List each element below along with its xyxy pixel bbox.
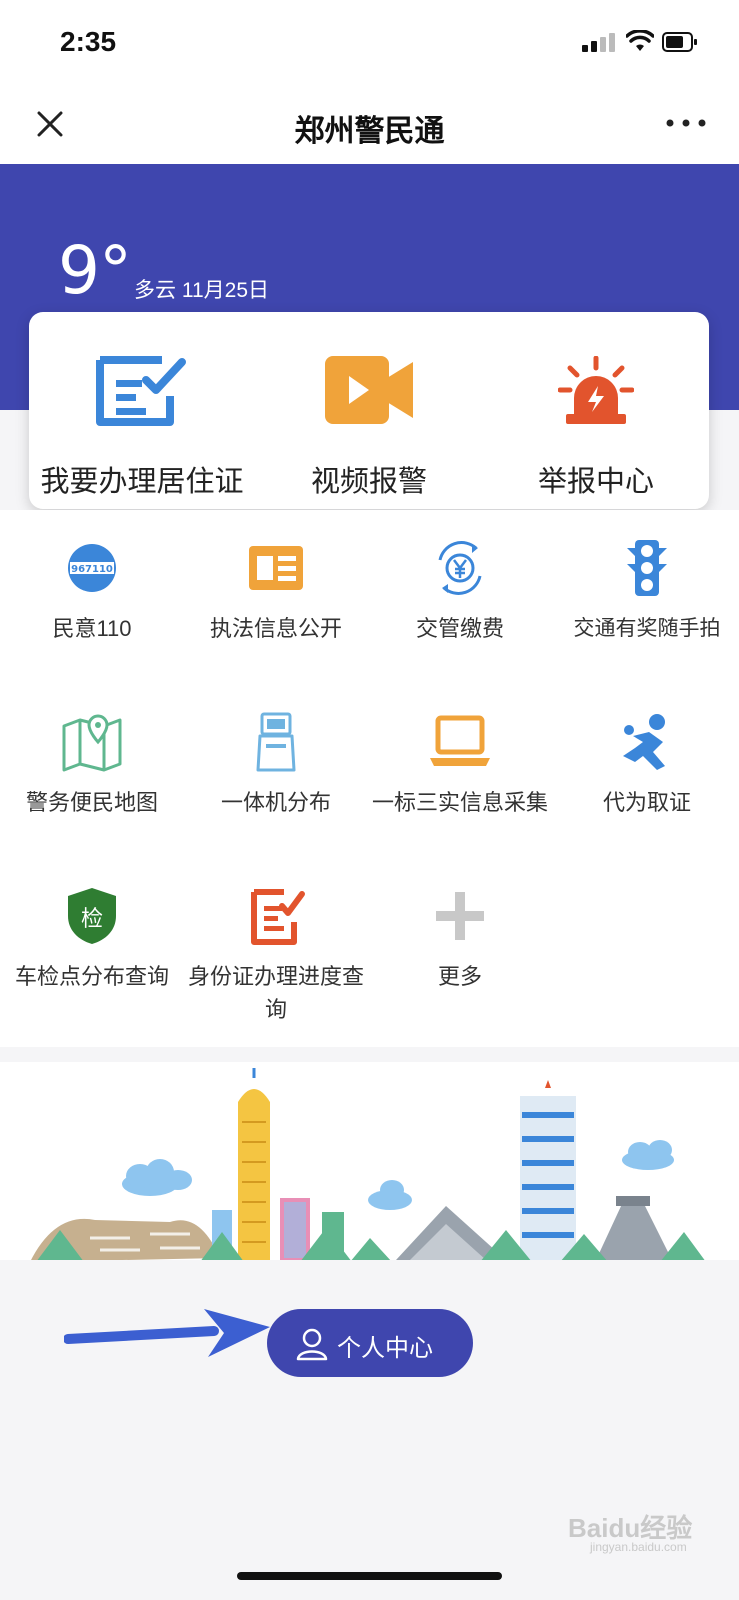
status-time: 2:35 — [60, 26, 117, 57]
city-skyline-illustration — [0, 1062, 739, 1288]
skyline-image — [0, 1068, 739, 1288]
967110-badge-icon: 967110 — [68, 544, 116, 592]
more-options-icon[interactable] — [662, 108, 710, 138]
page-title: 郑州警民通 — [294, 115, 445, 148]
grid-item-label: 一体机分布 — [220, 790, 331, 815]
siren-icon — [558, 356, 634, 424]
plus-icon — [436, 892, 484, 940]
grid-item-label: 更多 — [437, 964, 482, 989]
report-center-label: 举报中心 — [537, 466, 654, 498]
residence-permit-button[interactable]: 我要办理居住证 — [29, 312, 255, 509]
video-alarm-label: 视频报警 — [310, 466, 427, 498]
runner-icon — [623, 714, 665, 770]
grid-item-label: 警务便民地图 — [25, 790, 158, 815]
battery-icon — [662, 32, 697, 52]
id-card-icon — [249, 546, 303, 590]
shield-check-icon: 检 — [68, 888, 116, 944]
weather-description: 多云 11月25日 — [134, 279, 269, 302]
watermark-url: jingyan.baidu.com — [590, 1540, 687, 1554]
video-alarm-icon — [325, 356, 413, 424]
map-pin-icon — [62, 714, 122, 772]
svg-text:967110: 967110 — [71, 564, 113, 575]
yuan-refresh-icon — [438, 541, 482, 595]
kiosk-icon — [256, 712, 296, 772]
grid-item-label: 一标三实信息采集 — [371, 790, 548, 815]
grid-item-label: 执法信息公开 — [209, 616, 342, 641]
grid-item-label: 车检点分布查询 — [14, 964, 169, 989]
weather-temperature: 9° — [58, 232, 132, 309]
wifi-icon — [626, 30, 654, 51]
residence-permit-label: 我要办理居住证 — [40, 466, 244, 498]
video-alarm-button[interactable]: 视频报警 — [256, 312, 482, 509]
grid-item-label: 交通有奖随手拍 — [573, 617, 721, 640]
grid-item-label: 民意110 — [52, 616, 132, 641]
grid-item-label: 代为取证 — [602, 790, 691, 815]
primary-actions-card: 我要办理居住证 视频报警 举报中心 — [29, 312, 709, 509]
personal-center-label: 个人中心 — [337, 1335, 433, 1362]
grid-item-label: 身份证办理进度查询 — [187, 964, 364, 1022]
residence-permit-icon — [96, 356, 186, 426]
traffic-light-icon — [627, 540, 667, 596]
user-icon — [296, 1328, 328, 1361]
form-edit-icon — [251, 889, 305, 945]
pointer-arrow-icon — [64, 1309, 270, 1357]
cellular-signal-icon — [582, 33, 615, 52]
personal-center-button[interactable]: 个人中心 — [267, 1309, 473, 1377]
grid-item-label: 交管缴费 — [415, 616, 504, 641]
home-indicator[interactable] — [237, 1572, 502, 1580]
svg-text:检: 检 — [81, 907, 103, 932]
report-center-button[interactable]: 举报中心 — [483, 312, 709, 509]
laptop-icon — [430, 715, 490, 766]
